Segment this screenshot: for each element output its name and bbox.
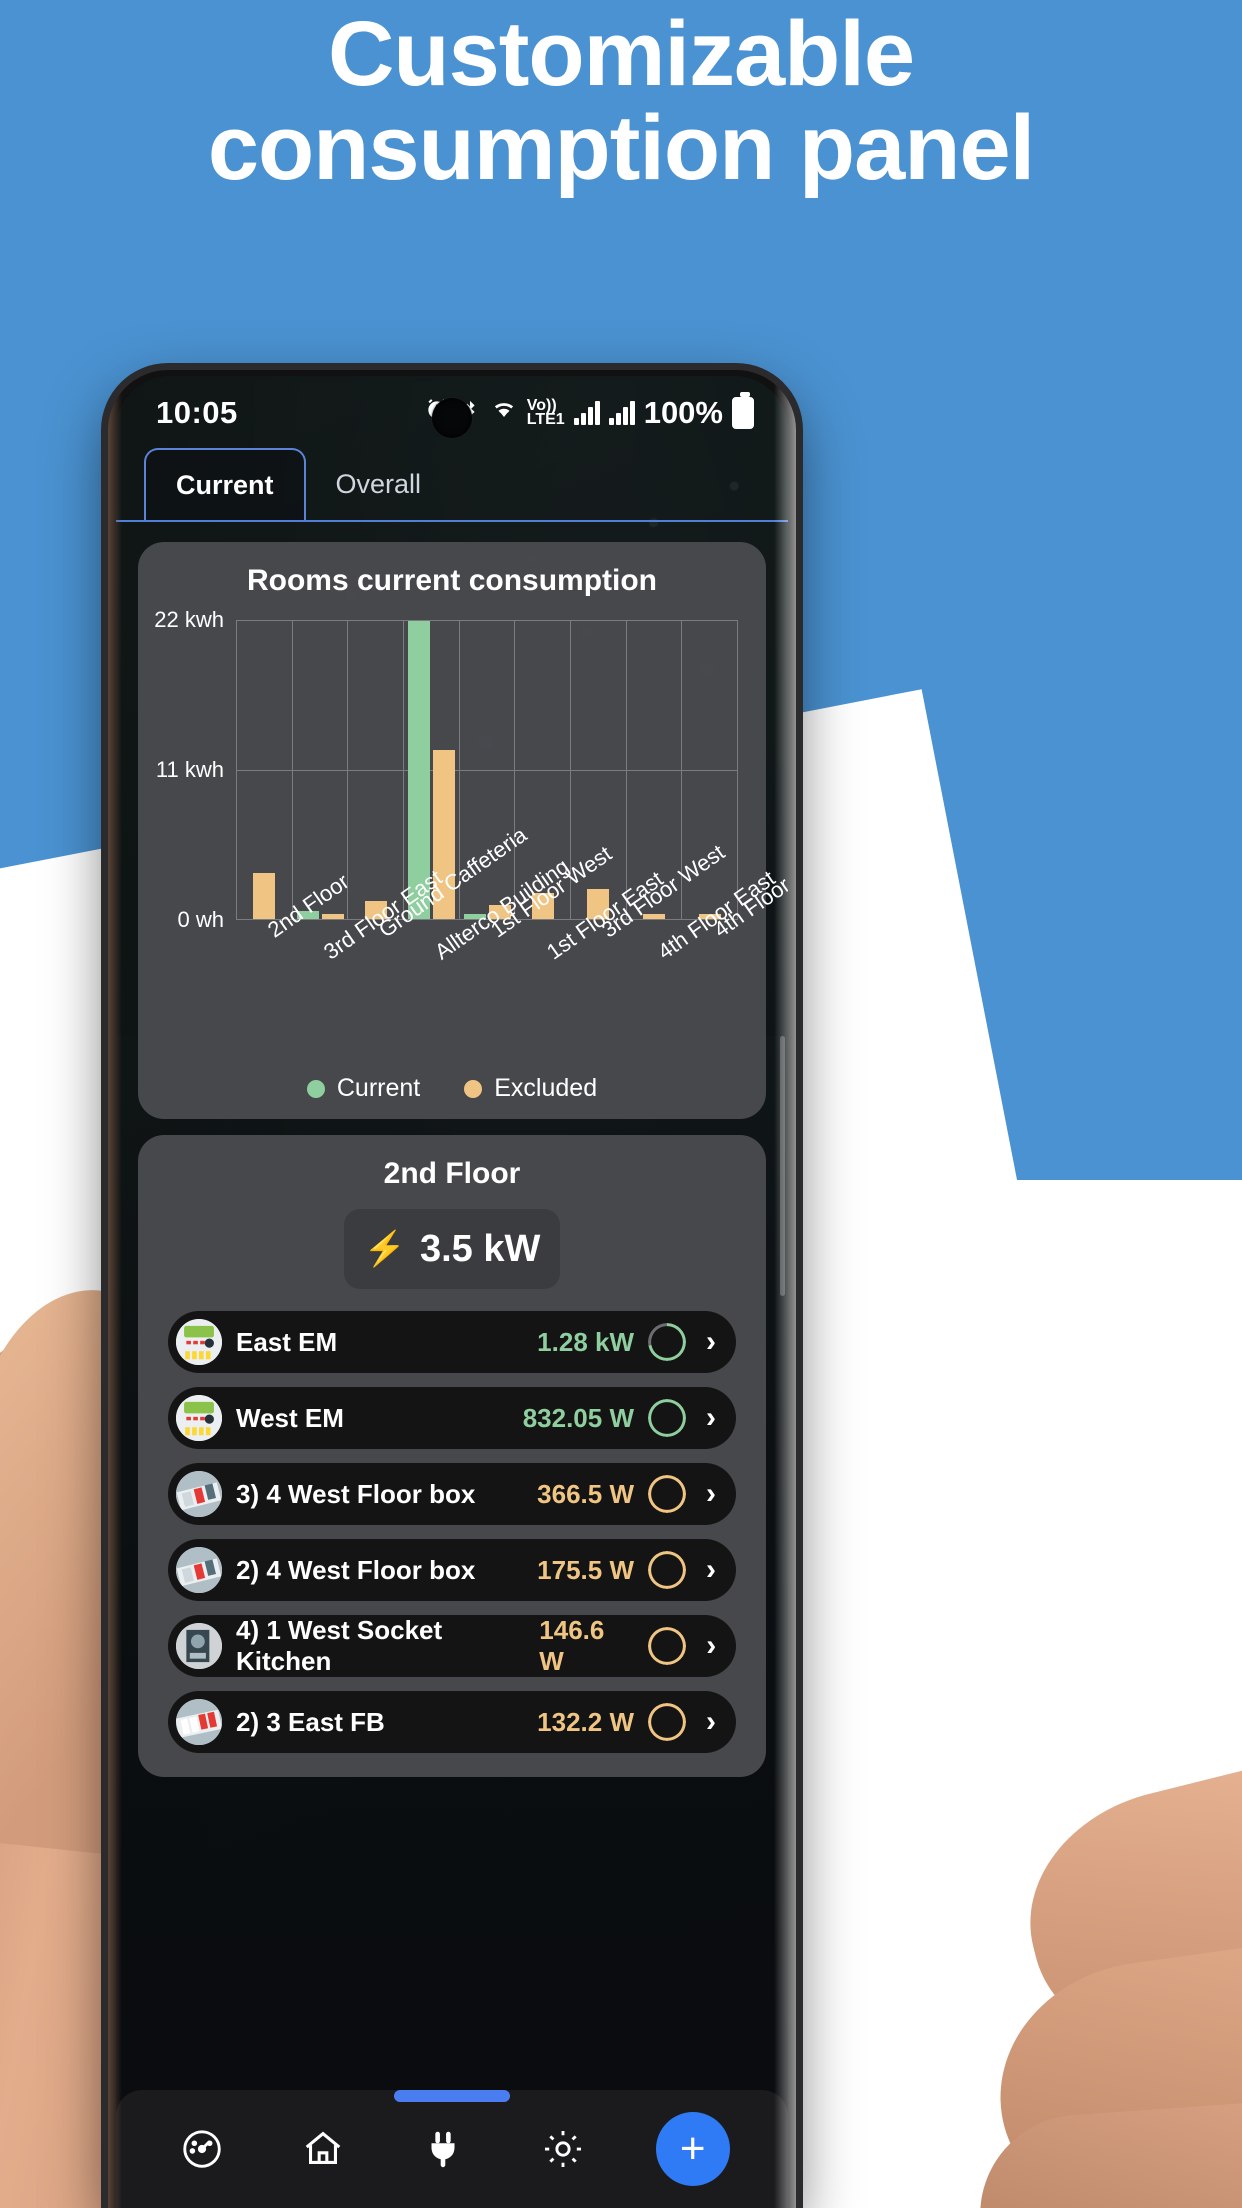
device-progress-ring: [648, 1475, 686, 1513]
socket-icon: [176, 1623, 222, 1669]
device-row[interactable]: East EM 1.28 kW ›: [168, 1311, 736, 1373]
add-button[interactable]: +: [655, 2112, 730, 2186]
device-row[interactable]: 4) 1 West Socket Kitchen 146.6 W ›: [168, 1615, 736, 1677]
legend-label-current: Current: [336, 1074, 421, 1102]
status-icon-group: Vo)) LTE1 100%: [424, 392, 754, 431]
device-row[interactable]: 2) 4 West Floor box 175.5 W ›: [168, 1539, 736, 1601]
chart-column: [348, 621, 405, 919]
device-progress-ring: [648, 1627, 687, 1665]
lightning-bolt-icon: ⚡: [363, 1230, 406, 1268]
tab-current[interactable]: Current: [144, 448, 306, 520]
device-name: 2) 4 West Floor box: [236, 1554, 476, 1585]
legend-item-excluded: Excluded: [464, 1074, 597, 1103]
chart-title: Rooms current consumption: [246, 564, 658, 597]
bottom-navigation-bar: +: [116, 2090, 788, 2208]
energy-meter-icon: [176, 1319, 222, 1365]
device-name: East EM: [236, 1326, 338, 1357]
phone-screen: 2100 10:05 Vo)) LTE1 100%: [116, 376, 788, 2208]
room-power-value: 3.5 kW: [419, 1227, 541, 1270]
chart-bar-excluded: [321, 914, 344, 919]
legend-dot-current: [306, 1079, 325, 1098]
device-list: East EM 1.28 kW › West EM 832.05 W › 3) 4 West…: [156, 1311, 748, 1753]
promo-headline-line2: consumption panel: [207, 96, 1035, 199]
chart-x-axis-labels: 2nd Floor 3rd Floor East Ground Caffeteria…: [236, 822, 788, 1070]
battery-icon: [732, 392, 754, 429]
camera-punch-hole: [432, 398, 472, 438]
legend-dot-excluded: [464, 1079, 483, 1098]
device-progress-ring: [648, 1551, 686, 1589]
chevron-right-icon[interactable]: ›: [700, 1325, 722, 1359]
signal-2-icon: [608, 401, 635, 425]
chevron-right-icon[interactable]: ›: [700, 1553, 722, 1587]
chart-legend: Current Excluded: [152, 1074, 752, 1103]
chart-bar-excluded: [253, 872, 276, 919]
fuse-box-icon: [176, 1699, 222, 1745]
nav-plug-icon[interactable]: [415, 2121, 471, 2177]
device-progress-ring: [648, 1703, 686, 1741]
nav-home-icon[interactable]: [295, 2121, 351, 2177]
device-name: 2) 3 East FB: [236, 1706, 385, 1737]
tab-bar: Current Overall: [116, 440, 788, 522]
floor-box-icon: [176, 1547, 222, 1593]
volte-icon: Vo)) LTE1: [526, 398, 565, 428]
chart-card: Rooms current consumption 22 kwh 11 kwh …: [138, 542, 788, 1119]
y-tick-label-min: 0 wh: [177, 907, 224, 932]
scrollbar-indicator[interactable]: [780, 1036, 785, 1296]
y-tick-label-mid: 11 kwh: [155, 757, 224, 782]
wifi-icon: [490, 398, 518, 429]
phone-device: 2100 10:05 Vo)) LTE1 100%: [108, 370, 796, 2208]
room-name-title: 2nd Floor: [383, 1157, 521, 1190]
chevron-right-icon[interactable]: ›: [700, 1477, 722, 1511]
chevron-right-icon[interactable]: ›: [700, 1401, 722, 1435]
status-clock: 10:05: [156, 395, 238, 430]
device-name: 4) 1 West Socket Kitchen: [236, 1615, 443, 1676]
device-progress-ring: [648, 1323, 686, 1361]
device-row[interactable]: West EM 832.05 W ›: [168, 1387, 736, 1449]
device-power-value: 175.5 W: [537, 1554, 634, 1585]
device-power-value: 132.2 W: [537, 1706, 634, 1737]
signal-1-icon: [573, 401, 600, 425]
device-power-value: 366.5 W: [537, 1478, 634, 1509]
device-power-value: 146.6 W: [539, 1615, 605, 1676]
volte-bottom: LTE1: [526, 411, 565, 428]
floor-box-icon: [176, 1471, 222, 1517]
device-name: 3) 4 West Floor box: [236, 1478, 476, 1509]
device-row[interactable]: 3) 4 West Floor box 366.5 W ›: [168, 1463, 736, 1525]
nav-gear-icon[interactable]: [535, 2121, 591, 2177]
content-scroll-area[interactable]: Rooms current consumption 22 kwh 11 kwh …: [116, 526, 788, 2208]
battery-percent-label: 100%: [643, 395, 723, 430]
room-power-badge: ⚡ 3.5 kW: [344, 1209, 560, 1289]
device-progress-ring: [648, 1399, 686, 1437]
promo-headline: Customizable consumption panel: [0, 7, 1242, 199]
device-power-value: 832.05 W: [522, 1402, 634, 1433]
energy-meter-icon: [176, 1395, 222, 1441]
device-name: West EM: [236, 1402, 344, 1433]
chevron-right-icon[interactable]: ›: [700, 1705, 722, 1739]
room-card: 2nd Floor ⚡ 3.5 kW East EM 1.28 kW › West E…: [138, 1135, 766, 1777]
device-power-value: 1.28 kW: [537, 1326, 634, 1357]
drag-handle-pill[interactable]: [394, 2090, 510, 2102]
chart-column: [237, 621, 293, 919]
nav-gauge-icon[interactable]: [174, 2121, 230, 2177]
device-row[interactable]: 2) 3 East FB 132.2 W ›: [168, 1691, 736, 1753]
chevron-right-icon[interactable]: ›: [700, 1629, 722, 1663]
promo-headline-line1: Customizable: [327, 3, 915, 105]
legend-item-current: Current: [306, 1074, 421, 1103]
tab-overall[interactable]: Overall: [306, 448, 452, 520]
y-tick-label-max: 22 kwh: [154, 607, 224, 632]
legend-label-excluded: Excluded: [494, 1074, 598, 1102]
